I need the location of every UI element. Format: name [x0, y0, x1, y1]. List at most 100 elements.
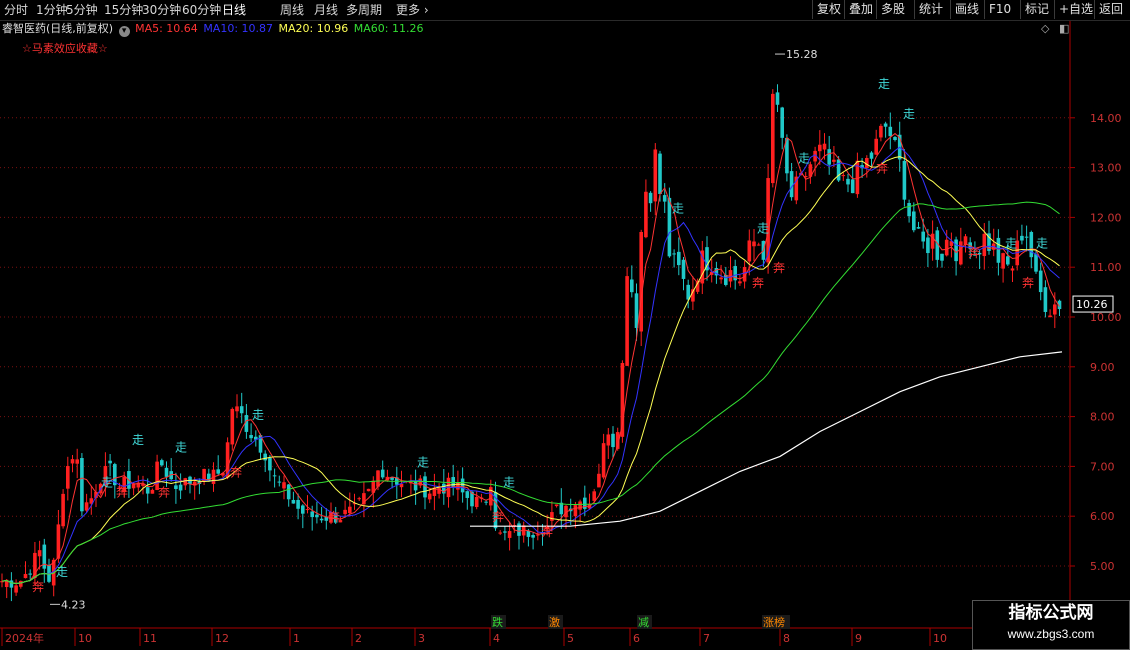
- candle-body: [1053, 304, 1057, 315]
- period-tab-9[interactable]: 多周期: [346, 0, 382, 20]
- candle-body: [907, 202, 911, 217]
- candle-body: [653, 149, 658, 202]
- diamond-icon[interactable]: ◇: [1041, 22, 1049, 35]
- candle-body: [14, 585, 18, 593]
- panel-toggle-icon[interactable]: ◧: [1059, 22, 1069, 35]
- candle-body: [996, 237, 1001, 263]
- candle-body: [301, 505, 305, 514]
- candle-body: [272, 475, 277, 477]
- candle-body: [921, 231, 925, 242]
- period-tab-10[interactable]: 更多 ›: [396, 0, 429, 20]
- x-tick-label: 12: [215, 632, 229, 645]
- candle-body: [1001, 253, 1005, 269]
- candle-body: [597, 473, 601, 488]
- walk-marker: 走: [878, 77, 890, 91]
- run-marker: 奔: [116, 485, 128, 499]
- candle-body: [465, 491, 470, 498]
- candle-body: [503, 531, 507, 533]
- y-tick-label: 13.00: [1090, 162, 1122, 175]
- candle-body: [662, 195, 667, 202]
- x-tick-label: 7: [703, 632, 710, 645]
- candle-body: [296, 499, 300, 509]
- stock-name: 睿智医药(日线,前复权): [2, 22, 114, 35]
- event-labels: 跌 激 减 涨榜: [491, 615, 790, 629]
- candle-body: [413, 481, 418, 491]
- run-marker: 奔: [541, 525, 553, 539]
- event-label: 涨榜: [763, 615, 785, 629]
- period-tab-4[interactable]: 30分钟: [142, 0, 181, 20]
- walk-marker: 走: [132, 433, 144, 447]
- toolbar-button-5[interactable]: F10: [984, 0, 1020, 19]
- candle-body: [836, 159, 841, 181]
- candle-body: [526, 530, 531, 537]
- x-tick-label: 10: [78, 632, 92, 645]
- candle-body: [249, 435, 253, 439]
- candle-body: [756, 244, 761, 246]
- candle-body: [554, 504, 559, 507]
- period-tab-5[interactable]: 60分钟: [182, 0, 221, 20]
- candle-body: [216, 469, 220, 474]
- period-tab-7[interactable]: 周线: [280, 0, 304, 20]
- x-tick-label: 5: [567, 632, 574, 645]
- candle-body: [982, 233, 987, 257]
- period-tab-6[interactable]: 日线: [222, 0, 246, 20]
- period-tab-3[interactable]: 15分钟: [104, 0, 143, 20]
- ma5-label: MA5: 10.64: [135, 22, 198, 35]
- x-tick-label: 3: [418, 632, 425, 645]
- candle-body: [235, 406, 239, 412]
- walk-marker: 走: [503, 475, 515, 489]
- candle-body: [1048, 315, 1052, 318]
- candle-body: [606, 434, 611, 446]
- ma10-line: [1, 146, 1060, 585]
- candle-body: [517, 523, 521, 536]
- candle-body: [23, 573, 28, 579]
- price-extremes: 15.28 4.23: [50, 48, 818, 611]
- candlesticks: [0, 84, 1062, 602]
- ma60-label: MA60: 11.26: [353, 22, 424, 35]
- toolbar-button-0[interactable]: 复权: [812, 0, 844, 19]
- candle-body: [230, 408, 235, 445]
- period-tab-8[interactable]: 月线: [314, 0, 338, 20]
- candle-body: [1024, 236, 1029, 238]
- event-label: 激: [549, 615, 560, 629]
- toolbar-button-3[interactable]: 统计: [914, 0, 950, 19]
- kline-chart[interactable]: 走走走走走走走走走走走走 走走奔奔 奔奔奔 奔奔奔奔奔奔奔 14.0013.0012.…: [0, 0, 1130, 650]
- candle-body: [268, 457, 272, 471]
- y-tick-label: 8.00: [1090, 411, 1115, 424]
- candle-body: [677, 251, 681, 266]
- period-tab-0[interactable]: 分时: [4, 0, 28, 20]
- candle-body: [1038, 270, 1043, 293]
- toolbar-button-8[interactable]: 返回: [1094, 0, 1130, 19]
- watermark: 指标公式网 www.zbgs3.com: [972, 600, 1130, 650]
- candle-body: [850, 179, 855, 194]
- watermark-url: www.zbgs3.com: [1007, 627, 1095, 641]
- candle-body: [592, 491, 596, 501]
- period-tab-2[interactable]: 5分钟: [66, 0, 98, 20]
- toolbar-button-6[interactable]: 标记: [1020, 0, 1054, 19]
- candle-body: [874, 138, 878, 155]
- candle-body: [573, 505, 578, 517]
- settings-icon[interactable]: ▾: [118, 26, 130, 37]
- run-marker: 奔: [752, 276, 764, 290]
- candle-body: [775, 92, 780, 105]
- x-tick-label: 6: [633, 632, 640, 645]
- toolbar-button-4[interactable]: 画线: [950, 0, 984, 19]
- y-tick-label: 7.00: [1090, 460, 1115, 473]
- candle-body: [498, 532, 502, 534]
- toolbar-button-1[interactable]: 叠加: [844, 0, 876, 19]
- toolbar-button-2[interactable]: 多股: [876, 0, 914, 19]
- candle-body: [343, 509, 347, 515]
- candle-body: [291, 499, 296, 504]
- candle-body: [658, 153, 662, 195]
- candle-body: [19, 580, 23, 587]
- candle-body: [380, 469, 385, 478]
- chart-legend: 睿智医药(日线,前复权) ▾ MA5: 10.64 MA10: 10.87 MA…: [2, 21, 425, 37]
- walk-marker: 走: [101, 475, 113, 489]
- run-marker: 奔: [773, 261, 785, 275]
- candle-body: [771, 93, 775, 184]
- toolbar-button-7[interactable]: +自选: [1054, 0, 1094, 19]
- y-tick-label: 5.00: [1090, 560, 1115, 573]
- candle-body: [160, 460, 164, 466]
- period-tab-1[interactable]: 1分钟: [36, 0, 68, 20]
- candle-body: [578, 501, 582, 510]
